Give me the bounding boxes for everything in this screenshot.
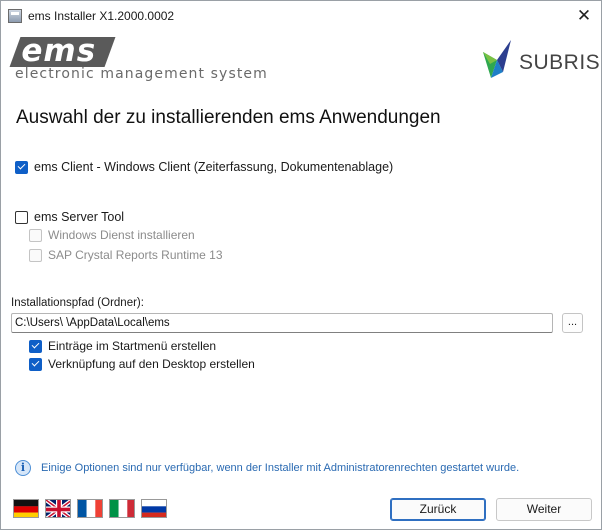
option-desktop-shortcut[interactable]: Verknüpfung auf den Desktop erstellen	[29, 357, 255, 371]
browse-button[interactable]: ...	[562, 313, 583, 333]
client-checkbox[interactable]	[15, 160, 28, 174]
crystal-reports-checkbox[interactable]	[29, 248, 42, 262]
subris-logo-mark	[483, 40, 511, 78]
flag-russia-icon[interactable]	[141, 499, 167, 518]
subris-logo-text: SUBRIS	[519, 51, 601, 74]
next-button[interactable]: Weiter	[496, 498, 592, 521]
page-title: Auswahl der zu installierenden ems Anwen…	[16, 107, 441, 128]
crystal-reports-checkbox-label: SAP Crystal Reports Runtime 13	[48, 248, 223, 262]
startmenu-checkbox-label: Einträge im Startmenü erstellen	[48, 339, 217, 353]
ems-logo: ems electronic management system	[9, 33, 283, 85]
option-startmenu[interactable]: Einträge im Startmenü erstellen	[29, 339, 216, 353]
flag-uk-icon[interactable]	[45, 499, 71, 518]
install-path-input[interactable]: C:\Users\ \AppData\Local\ems	[11, 313, 553, 333]
windows-service-checkbox-label: Windows Dienst installieren	[48, 228, 195, 242]
option-windows-service[interactable]: Windows Dienst installieren	[29, 228, 195, 242]
flag-italy-icon[interactable]	[109, 499, 135, 518]
ems-logo-subtitle: electronic management system	[15, 66, 268, 82]
admin-info-text: Einige Optionen sind nur verfügbar, wenn…	[41, 462, 520, 474]
install-path-label: Installationspfad (Ordner):	[11, 297, 144, 309]
back-button[interactable]: Zurück	[390, 498, 486, 521]
server-tool-checkbox-label: ems Server Tool	[34, 210, 125, 224]
desktop-shortcut-checkbox-label: Verknüpfung auf den Desktop erstellen	[48, 357, 255, 371]
info-icon: i	[15, 460, 31, 476]
language-selector	[13, 499, 167, 518]
close-button[interactable]: ✕	[567, 1, 601, 31]
window-title: ems Installer X1.2000.0002	[28, 9, 175, 23]
windows-service-checkbox[interactable]	[29, 228, 42, 242]
flag-german-icon[interactable]	[13, 499, 39, 518]
option-crystal-reports[interactable]: SAP Crystal Reports Runtime 13	[29, 248, 223, 262]
app-icon	[8, 9, 22, 23]
title-bar[interactable]: ems Installer X1.2000.0002 ✕	[1, 1, 601, 31]
installer-window: ems Installer X1.2000.0002 ✕ ems electro…	[0, 0, 602, 530]
option-client[interactable]: ems Client - Windows Client (Zeiterfassu…	[15, 160, 393, 174]
subris-logo: SUBRIS	[481, 38, 601, 82]
startmenu-checkbox[interactable]	[29, 339, 42, 353]
client-checkbox-label: ems Client - Windows Client (Zeiterfassu…	[34, 160, 394, 174]
admin-info-note: i Einige Optionen sind nur verfügbar, we…	[15, 460, 519, 476]
option-server-tool[interactable]: ems Server Tool	[15, 210, 124, 224]
flag-france-icon[interactable]	[77, 499, 103, 518]
ems-logo-mark: ems	[9, 33, 116, 69]
desktop-shortcut-checkbox[interactable]	[29, 357, 42, 371]
server-tool-checkbox[interactable]	[15, 210, 28, 224]
